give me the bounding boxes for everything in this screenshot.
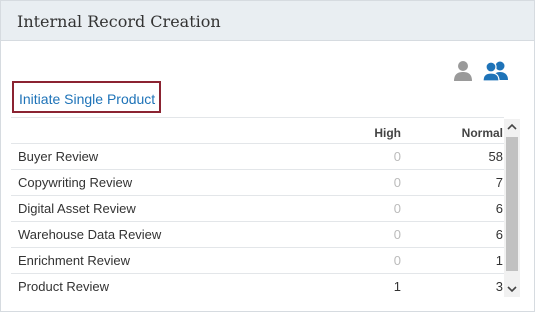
- table-row[interactable]: Product Review 1 3: [11, 273, 504, 299]
- table-row[interactable]: Buyer Review 0 58: [11, 143, 504, 169]
- row-name: Product Review: [18, 279, 110, 294]
- row-name: Enrichment Review: [18, 253, 130, 268]
- row-name: Buyer Review: [18, 149, 99, 164]
- row-high-count: 0: [393, 201, 401, 216]
- panel-header: Internal Record Creation: [1, 1, 534, 41]
- row-name: Warehouse Data Review: [18, 227, 162, 242]
- row-normal-count: 1: [495, 253, 503, 268]
- table-row[interactable]: Warehouse Data Review 0 6: [11, 221, 504, 247]
- record-creation-panel: Internal Record Creation Initiate Single…: [0, 0, 535, 312]
- initiate-single-product-highlight: Initiate Single Product: [12, 81, 161, 113]
- panel-title: Internal Record Creation: [17, 12, 221, 31]
- row-name: Digital Asset Review: [18, 201, 136, 216]
- table-row[interactable]: Copywriting Review 0 7: [11, 169, 504, 195]
- row-high-count: 0: [393, 227, 401, 242]
- users-icon[interactable]: [481, 60, 511, 82]
- table-header-row: High Normal: [11, 117, 504, 143]
- table-scrollbar[interactable]: [504, 119, 520, 297]
- table-row[interactable]: Digital Asset Review 0 6: [11, 195, 504, 221]
- row-high-count: 0: [393, 253, 401, 268]
- scrollbar-thumb[interactable]: [506, 137, 518, 271]
- row-high-count: 0: [393, 175, 401, 190]
- scroll-up-icon[interactable]: [504, 119, 520, 135]
- table-row[interactable]: Enrichment Review 0 1: [11, 247, 504, 273]
- column-header-normal[interactable]: Normal: [431, 126, 503, 140]
- row-normal-count: 6: [495, 201, 503, 216]
- row-normal-count: 58: [488, 149, 503, 164]
- row-normal-count: 7: [495, 175, 503, 190]
- review-queue-table: High Normal Buyer Review 0 58 Copywritin…: [11, 117, 504, 301]
- column-header-high[interactable]: High: [341, 126, 401, 140]
- row-high-count: 1: [393, 279, 401, 294]
- row-high-count: 0: [393, 149, 401, 164]
- initiate-single-product-link[interactable]: Initiate Single Product: [19, 91, 155, 107]
- row-normal-count: 3: [495, 279, 503, 294]
- user-icon[interactable]: [451, 60, 475, 82]
- row-normal-count: 6: [495, 227, 503, 242]
- scroll-down-icon[interactable]: [504, 281, 520, 297]
- row-name: Copywriting Review: [18, 175, 133, 190]
